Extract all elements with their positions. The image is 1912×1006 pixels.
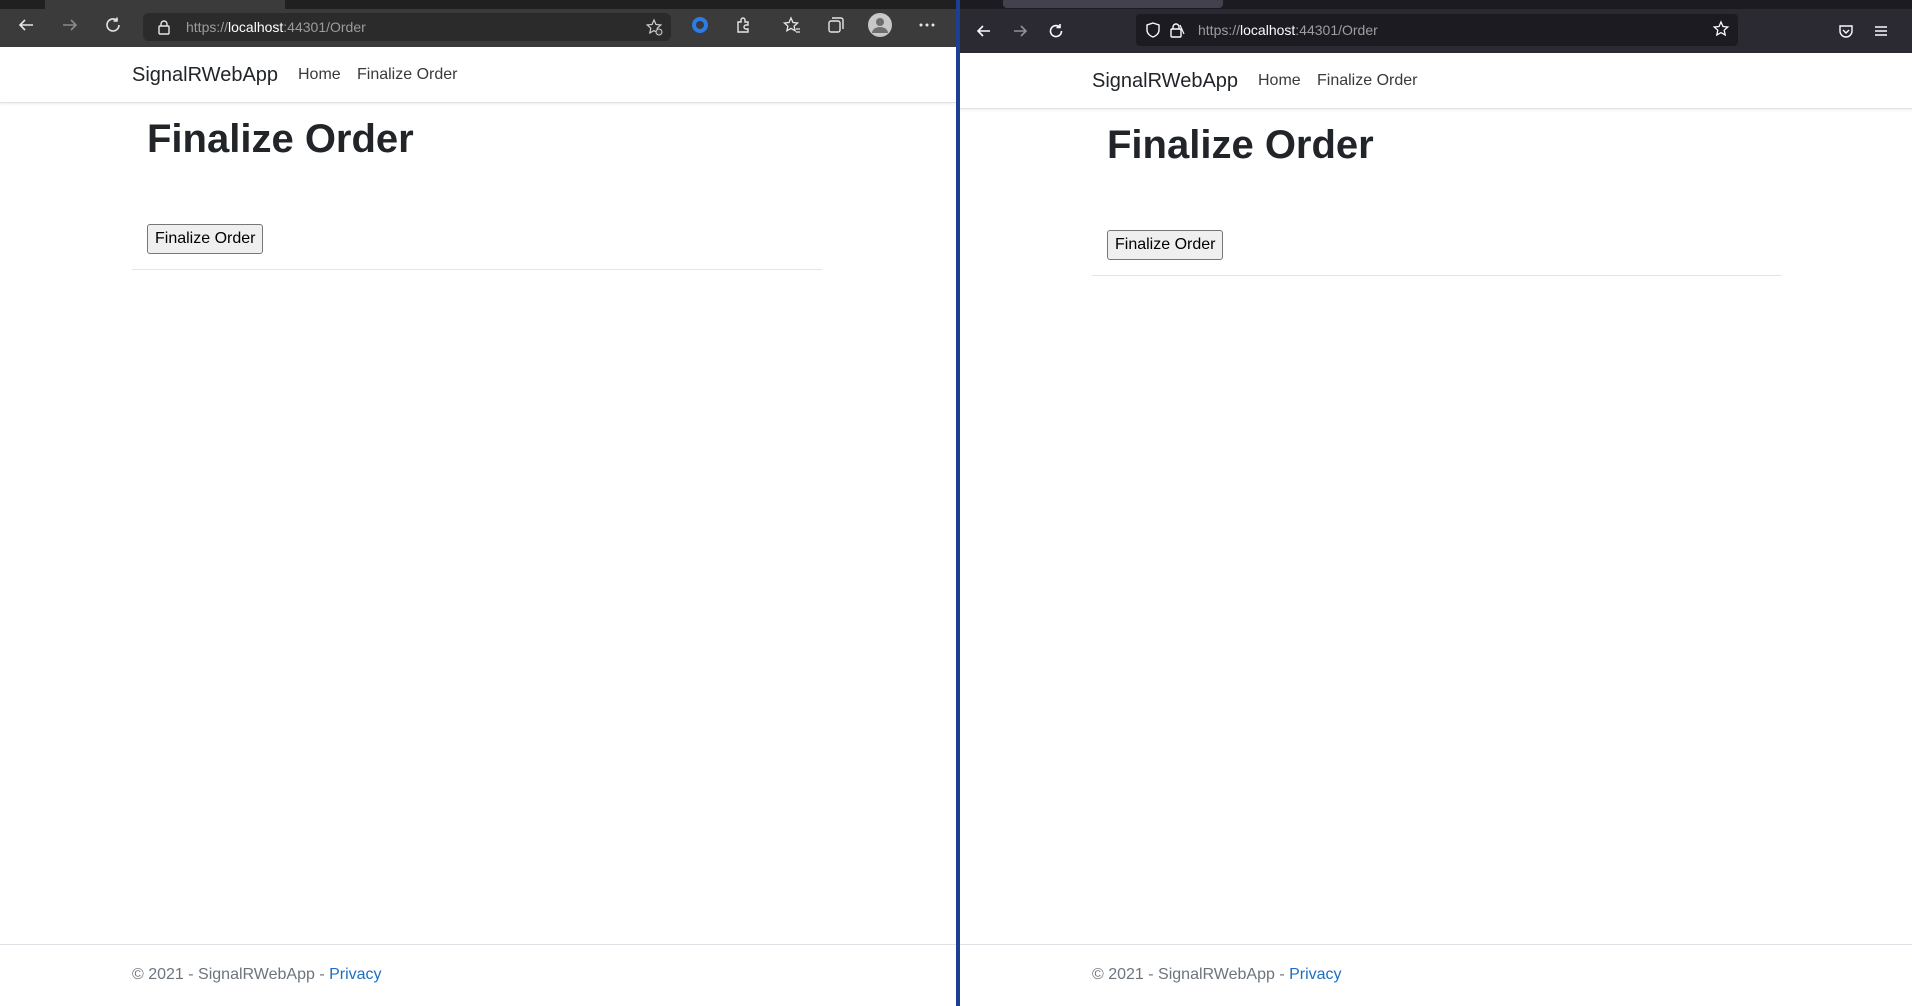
web-page: SignalRWebApp Home Finalize Order Finali…	[960, 53, 1912, 1006]
privacy-link[interactable]: Privacy	[1289, 966, 1341, 983]
firefox-tab[interactable]	[1003, 0, 1223, 8]
nav-finalize-order-link[interactable]: Finalize Order	[1317, 72, 1417, 90]
forward-icon[interactable]	[58, 13, 82, 37]
finalize-order-button[interactable]: Finalize Order	[1107, 230, 1224, 260]
footer: © 2021 - SignalRWebApp - Privacy	[960, 944, 1912, 1006]
finalize-order-button[interactable]: Finalize Order	[147, 224, 264, 254]
nav-home-link[interactable]: Home	[298, 66, 341, 84]
refresh-icon[interactable]	[1044, 19, 1068, 43]
url-text[interactable]: https://localhost:44301/Order	[186, 19, 366, 35]
firefox-toolbar: https://localhost:44301/Order	[960, 9, 1912, 53]
back-icon[interactable]	[972, 19, 996, 43]
add-favorite-icon[interactable]	[645, 18, 663, 41]
footer-text: © 2021 - SignalRWebApp - Privacy	[132, 966, 382, 983]
page-title: Finalize Order	[147, 117, 414, 161]
avatar[interactable]	[868, 13, 892, 37]
pocket-icon[interactable]	[1834, 19, 1858, 43]
edge-tab[interactable]	[45, 0, 285, 9]
firefox-address-bar[interactable]: https://localhost:44301/Order	[1136, 14, 1738, 46]
back-icon[interactable]	[14, 13, 38, 37]
nav-finalize-order-link[interactable]: Finalize Order	[357, 66, 457, 84]
brand-link[interactable]: SignalRWebApp	[132, 64, 278, 87]
web-page: SignalRWebApp Home Finalize Order Finali…	[0, 47, 956, 1006]
edge-toolbar: https://localhost:44301/Order	[0, 0, 956, 47]
favorites-icon[interactable]	[780, 13, 804, 37]
url-text[interactable]: https://localhost:44301/Order	[1198, 22, 1378, 38]
menu-icon[interactable]	[1869, 19, 1893, 43]
brand-link[interactable]: SignalRWebApp	[1092, 70, 1238, 93]
star-icon[interactable]	[1712, 20, 1730, 43]
lock-icon[interactable]	[1169, 22, 1185, 43]
more-icon[interactable]	[915, 13, 939, 37]
puzzle-icon[interactable]	[731, 13, 755, 37]
collections-icon[interactable]	[824, 13, 848, 37]
privacy-link[interactable]: Privacy	[329, 966, 381, 983]
divider	[132, 269, 822, 270]
edge-address-bar[interactable]: https://localhost:44301/Order	[143, 13, 671, 41]
nav-home-link[interactable]: Home	[1258, 72, 1301, 90]
forward-icon[interactable]	[1008, 19, 1032, 43]
firefox-tabstrip	[960, 0, 1912, 9]
lock-icon[interactable]	[157, 19, 171, 40]
footer: © 2021 - SignalRWebApp - Privacy	[0, 944, 956, 1006]
edge-window: https://localhost:44301/Order SignalRWeb…	[0, 0, 956, 1006]
navbar: SignalRWebApp Home Finalize Order	[960, 53, 1912, 109]
firefox-window: https://localhost:44301/Order SignalRWeb…	[956, 0, 1912, 1006]
divider	[1092, 275, 1782, 276]
edge-tabstrip	[0, 0, 956, 9]
footer-text: © 2021 - SignalRWebApp - Privacy	[1092, 966, 1342, 983]
page-title: Finalize Order	[1107, 123, 1374, 167]
navbar: SignalRWebApp Home Finalize Order	[0, 47, 956, 103]
refresh-icon[interactable]	[101, 13, 125, 37]
edge-extension-icon[interactable]	[688, 13, 712, 37]
shield-icon[interactable]	[1146, 22, 1160, 43]
